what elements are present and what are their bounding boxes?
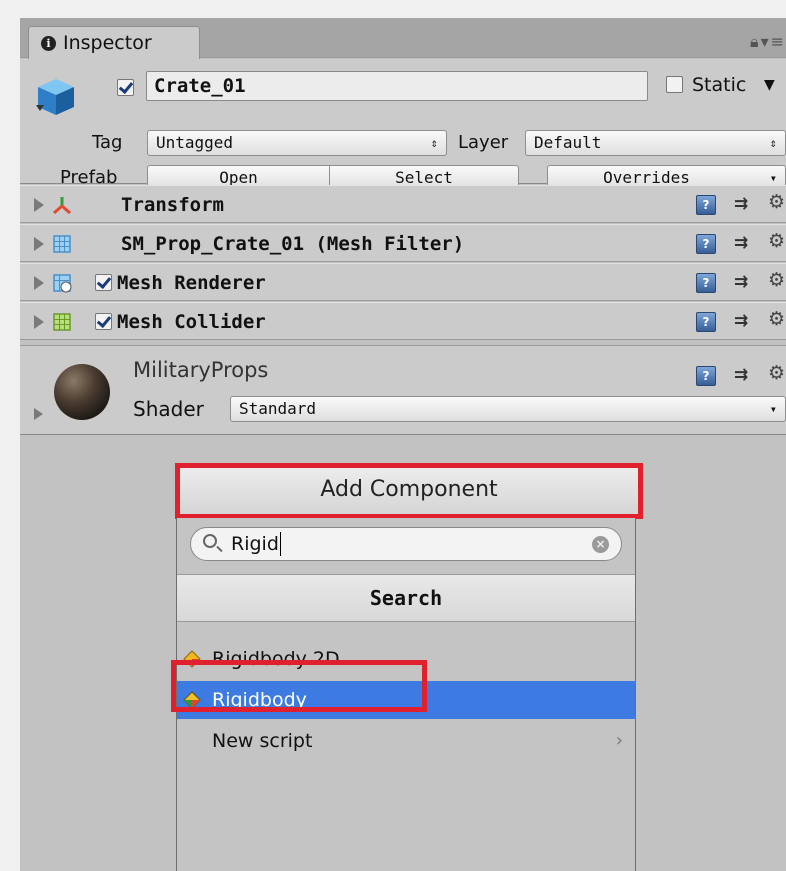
layer-dropdown-arrow: ⇕: [769, 136, 777, 150]
layer-value: Default: [534, 133, 602, 152]
help-icon[interactable]: ?: [696, 234, 716, 254]
shader-value: Standard: [239, 399, 317, 418]
component-mesh-filter[interactable]: SM_Prop_Crate_01 (Mesh Filter) ? ⇉ ⚙: [20, 224, 786, 262]
help-icon[interactable]: ?: [696, 195, 716, 215]
component-enabled-checkbox[interactable]: [95, 313, 112, 330]
chevron-right-icon: ›: [615, 730, 623, 751]
active-toggle[interactable]: [117, 79, 134, 96]
preset-icon[interactable]: ⇉: [734, 194, 748, 214]
mesh-collider-icon: [53, 313, 71, 331]
tab-inspector[interactable]: i Inspector: [28, 26, 200, 59]
tag-label: Tag: [92, 132, 123, 153]
static-dropdown-arrow[interactable]: ▼: [764, 77, 775, 93]
gear-icon[interactable]: ⚙: [768, 230, 785, 252]
inspector-panel: i Inspector 🔒︎▾≡ Crate_01 Static ▼ Tag U…: [20, 18, 786, 871]
material-preview-sphere: [54, 364, 110, 420]
component-name: Transform: [121, 194, 224, 216]
transform-icon: [53, 197, 71, 215]
gear-icon[interactable]: ⚙: [768, 269, 785, 291]
help-icon[interactable]: ?: [696, 273, 716, 293]
info-icon: i: [41, 35, 56, 51]
help-icon[interactable]: ?: [696, 312, 716, 332]
result-label: New script: [212, 730, 313, 752]
foldout-arrow-icon[interactable]: [34, 408, 43, 420]
gear-icon[interactable]: ⚙: [768, 308, 785, 330]
clear-search-icon[interactable]: ×: [592, 536, 609, 553]
foldout-arrow-icon[interactable]: [34, 315, 44, 329]
gear-icon[interactable]: ⚙: [768, 362, 785, 384]
gear-icon[interactable]: ⚙: [768, 191, 785, 213]
foldout-arrow-icon[interactable]: [34, 276, 44, 290]
tab-label: Inspector: [63, 32, 152, 54]
mesh-filter-icon: [53, 235, 71, 253]
static-label: Static: [692, 74, 747, 96]
tab-tools: 🔒︎▾≡: [750, 32, 786, 52]
material-name: MilitaryProps: [133, 358, 269, 382]
result-new-script[interactable]: New script ›: [177, 722, 635, 760]
tag-dropdown-arrow: ⇕: [430, 136, 438, 150]
component-transform[interactable]: Transform ? ⇉ ⚙: [20, 185, 786, 223]
component-search-input[interactable]: Rigid ×: [190, 527, 622, 561]
static-checkbox[interactable]: [666, 76, 683, 93]
tab-bar: i Inspector 🔒︎▾≡: [20, 18, 786, 59]
material-section: MilitaryProps Shader Standard ▾ ? ⇉ ⚙: [20, 345, 786, 435]
tag-value: Untagged: [156, 133, 234, 152]
tag-dropdown[interactable]: Untagged ⇕: [147, 130, 447, 156]
search-text: Rigid: [231, 532, 281, 556]
preset-icon[interactable]: ⇉: [734, 233, 748, 253]
help-icon[interactable]: ?: [696, 366, 716, 386]
layer-label: Layer: [458, 132, 509, 153]
layer-dropdown[interactable]: Default ⇕: [525, 130, 786, 156]
component-name: Mesh Renderer: [117, 272, 266, 294]
component-mesh-collider[interactable]: Mesh Collider ? ⇉ ⚙: [20, 302, 786, 340]
foldout-arrow-icon[interactable]: [34, 237, 44, 251]
shader-label: Shader: [133, 397, 204, 421]
shader-dropdown-arrow: ▾: [769, 402, 777, 416]
component-mesh-renderer[interactable]: Mesh Renderer ? ⇉ ⚙: [20, 263, 786, 301]
foldout-arrow-icon[interactable]: [34, 198, 44, 212]
object-header: Crate_01 Static ▼ Tag Untagged ⇕ Layer D…: [20, 59, 786, 191]
search-icon: [203, 534, 217, 548]
tab-menu-icon[interactable]: ▾≡: [761, 32, 786, 51]
preset-icon[interactable]: ⇉: [734, 365, 748, 385]
add-component-button[interactable]: Add Component: [175, 463, 643, 519]
preset-icon[interactable]: ⇉: [734, 272, 748, 292]
mesh-renderer-icon: [53, 274, 72, 293]
component-name: Mesh Collider: [117, 311, 266, 333]
object-name-field[interactable]: Crate_01: [146, 71, 648, 101]
lock-icon[interactable]: 🔒︎: [750, 32, 761, 51]
shader-dropdown[interactable]: Standard ▾: [230, 396, 786, 422]
annotation-highlight-box: [171, 660, 427, 712]
game-object-icon: [36, 79, 74, 115]
component-enabled-checkbox[interactable]: [95, 274, 112, 291]
preset-icon[interactable]: ⇉: [734, 311, 748, 331]
search-results-header: Search: [177, 574, 635, 622]
component-name: SM_Prop_Crate_01 (Mesh Filter): [121, 233, 465, 255]
